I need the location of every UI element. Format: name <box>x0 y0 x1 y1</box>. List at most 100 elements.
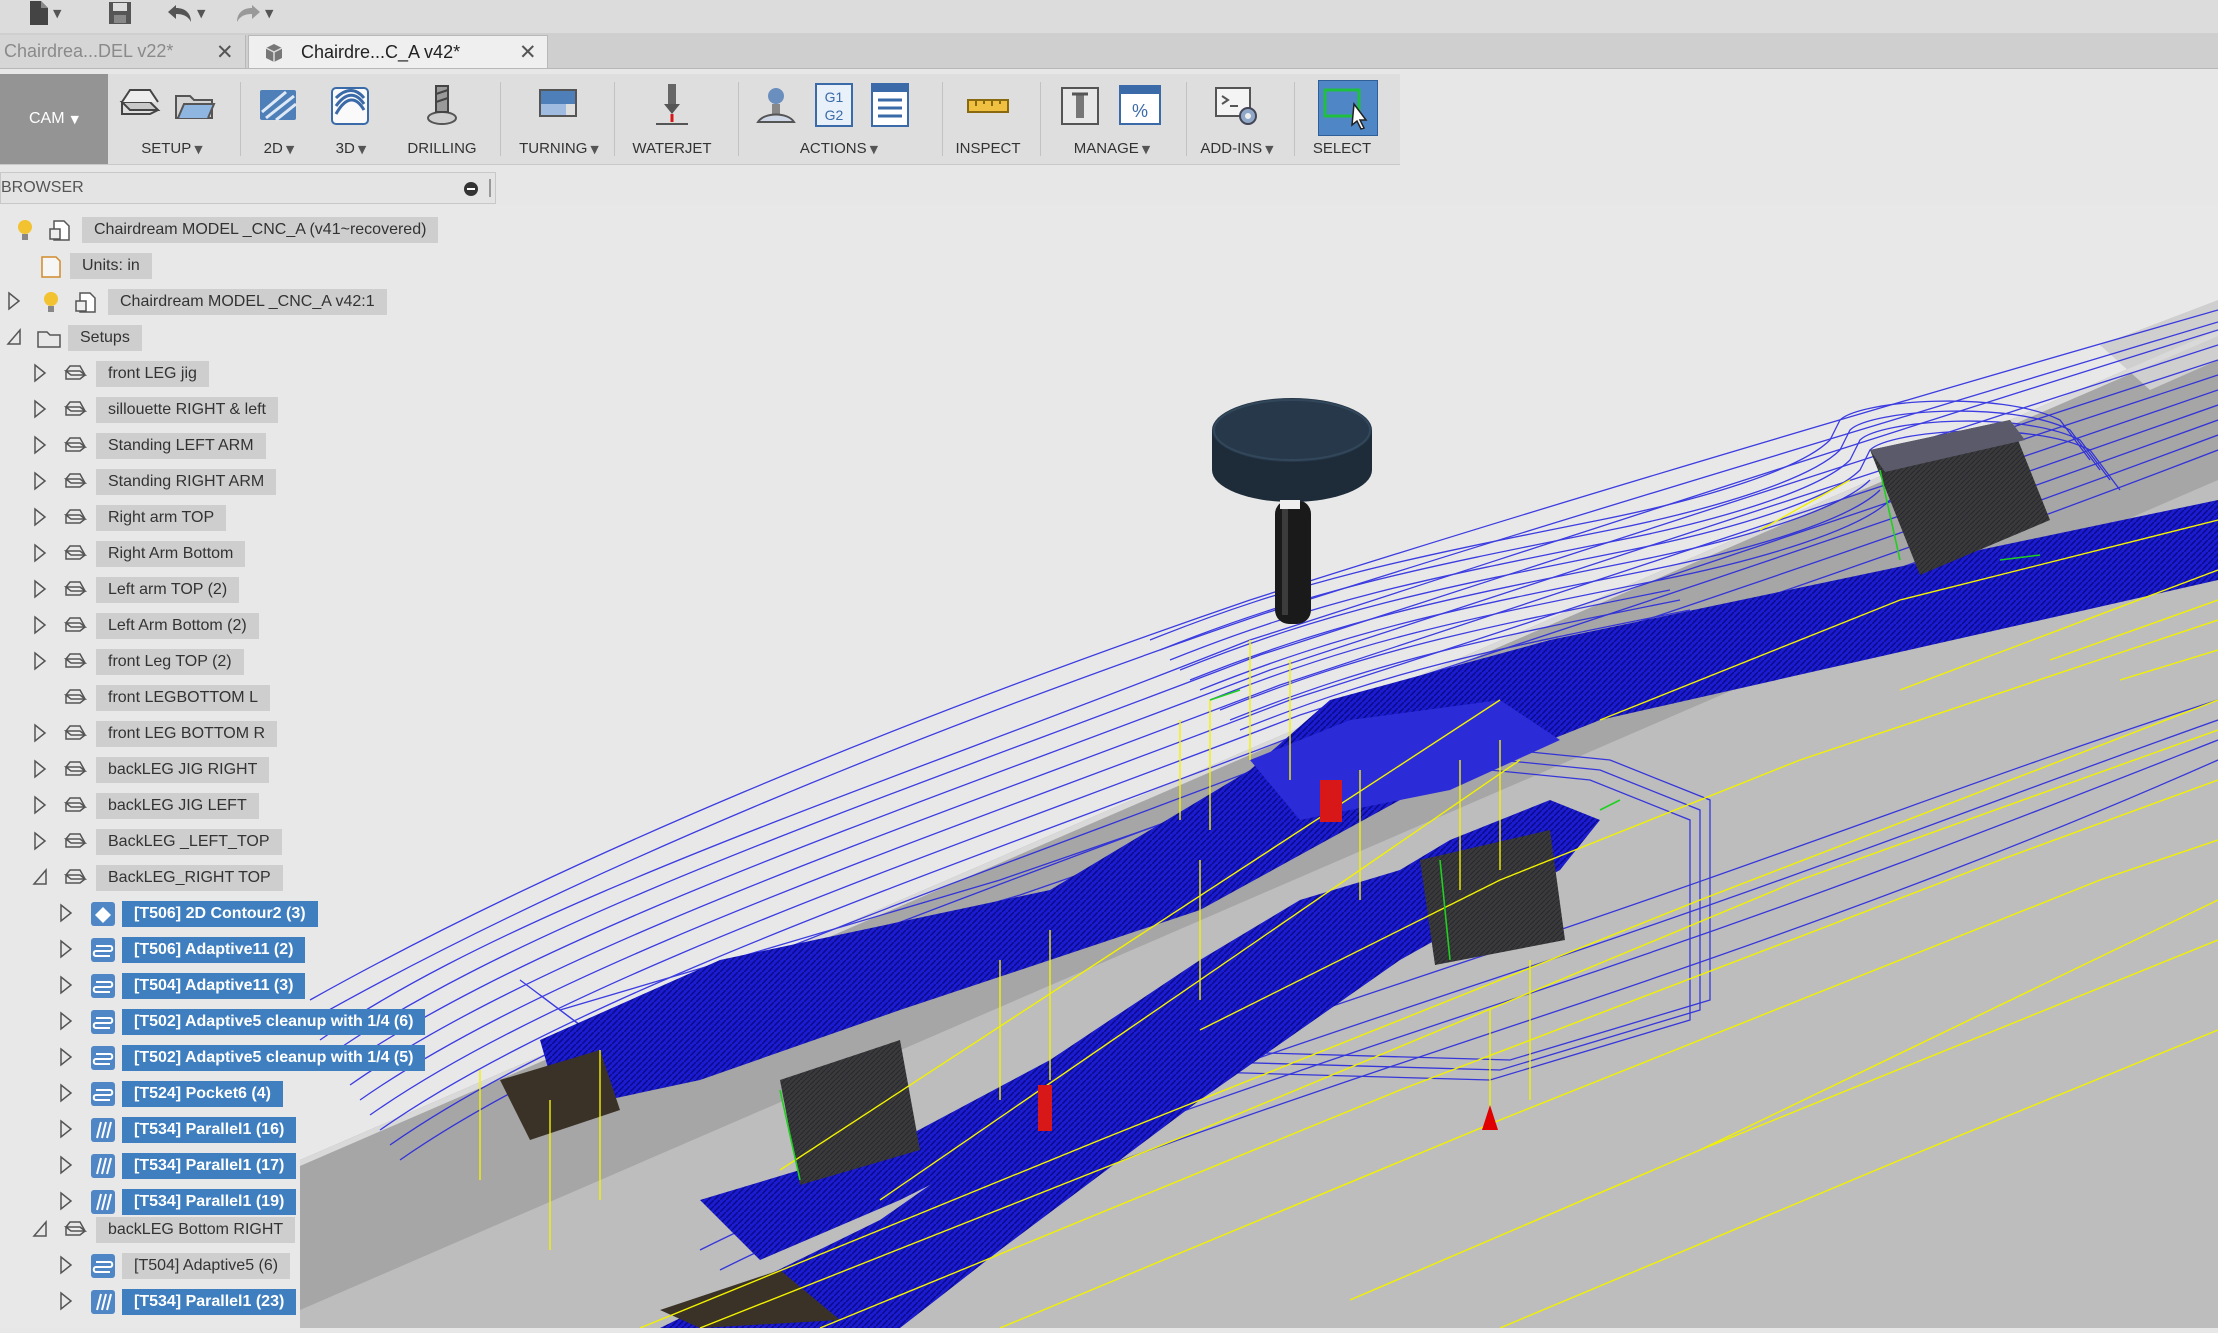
redo-icon <box>237 5 260 22</box>
setup-icon <box>64 437 88 452</box>
toolbar-separator <box>738 82 739 156</box>
expand-triangle-icon[interactable] <box>6 290 22 312</box>
drilling-label: DRILLING <box>407 140 477 157</box>
workspace-switcher[interactable]: CAM ▼ <box>0 74 108 164</box>
expand-triangle-icon[interactable] <box>32 542 48 564</box>
document-icon <box>49 220 70 241</box>
tree-node-label: [T506] 2D Contour2 (3) <box>122 901 318 927</box>
tree-node-label: BackLEG _LEFT_TOP <box>96 829 282 855</box>
model-icon <box>265 44 283 62</box>
tab-label: Chairdre...C_A v42* <box>301 41 461 62</box>
expand-triangle-icon[interactable] <box>32 506 48 528</box>
ribbon-toolbar: CAM ▼ SETUP ▼ 2D ▼ 3D ▼ DRILLING TURNING ▼ W… <box>0 74 1400 165</box>
expand-triangle-icon[interactable] <box>58 1118 74 1140</box>
toolbar-separator <box>942 82 943 156</box>
tab-chairdream-cnc-a[interactable]: Chairdre...C_A v42* ✕ <box>248 35 548 68</box>
collapse-triangle-icon[interactable] <box>32 866 48 888</box>
expand-triangle-icon[interactable] <box>58 1046 74 1068</box>
tree-node-label: [T534] Parallel1 (19) <box>122 1189 297 1215</box>
drilling-icon <box>427 85 457 125</box>
visibility-bulb-icon[interactable] <box>38 289 64 315</box>
tree-node-label: Setups <box>68 325 142 351</box>
waterjet-icon <box>656 84 688 125</box>
setup-group[interactable]: SETUP ▼ <box>112 74 232 164</box>
expand-triangle-icon[interactable] <box>32 758 48 780</box>
expand-triangle-icon[interactable] <box>58 902 74 924</box>
tree-node-label: [T534] Parallel1 (23) <box>122 1289 297 1315</box>
tree-node-label: front LEGBOTTOM L <box>96 685 270 711</box>
expand-triangle-icon[interactable] <box>58 974 74 996</box>
add-ins-group[interactable]: ADD-INS ▼ <box>1192 74 1282 164</box>
tree-node-label: [T534] Parallel1 (16) <box>122 1117 297 1143</box>
close-icon[interactable]: ✕ <box>519 40 537 64</box>
expand-triangle-icon[interactable] <box>32 434 48 456</box>
waterjet-group[interactable]: WATERJET <box>620 74 724 164</box>
expand-triangle-icon[interactable] <box>58 1010 74 1032</box>
expand-triangle-icon[interactable] <box>58 1290 74 1312</box>
2d-group[interactable]: 2D ▼ <box>246 74 312 164</box>
tab-chairdream-del[interactable]: Chairdrea...DEL v22* ✕ <box>0 35 246 68</box>
toolbar-separator <box>614 82 615 156</box>
setup-icon <box>64 365 88 380</box>
new-setup-icon <box>119 89 161 115</box>
undo-button[interactable]: ▼ <box>166 0 205 26</box>
expand-triangle-icon[interactable] <box>32 398 48 420</box>
add-ins-label: ADD-INS ▼ <box>1200 140 1274 157</box>
setup-icon <box>64 473 88 488</box>
3d-group[interactable]: 3D ▼ <box>318 74 384 164</box>
tree-node-label: front LEG jig <box>96 361 209 387</box>
setup-icon <box>64 833 88 848</box>
tree-node-label: front Leg TOP (2) <box>96 649 244 675</box>
toolbar-separator <box>1040 82 1041 156</box>
svg-text:G1: G1 <box>825 89 844 105</box>
2d-milling-icon <box>260 90 297 122</box>
tree-node-label: [T502] Adaptive5 cleanup with 1/4 (6) <box>122 1009 426 1035</box>
expand-triangle-icon[interactable] <box>32 794 48 816</box>
post-process-icon: G1G2 <box>815 83 853 127</box>
adaptive-toolpath-icon <box>91 1010 115 1034</box>
expand-triangle-icon[interactable] <box>32 614 48 636</box>
expand-triangle-icon[interactable] <box>58 1082 74 1104</box>
inspect-group[interactable]: INSPECT <box>948 74 1028 164</box>
collapse-triangle-icon[interactable] <box>6 326 22 348</box>
expand-triangle-icon[interactable] <box>32 578 48 600</box>
tree-node-label: sillouette RIGHT & left <box>96 397 278 423</box>
setup-icon <box>64 581 88 596</box>
turning-group[interactable]: TURNING ▼ <box>508 74 610 164</box>
parallel-toolpath-icon <box>91 1290 115 1314</box>
drilling-group[interactable]: DRILLING <box>394 74 490 164</box>
expand-triangle-icon[interactable] <box>32 830 48 852</box>
file-menu-button[interactable]: ▼ <box>28 0 61 26</box>
tree-node-label: [T534] Parallel1 (17) <box>122 1153 297 1179</box>
redo-button[interactable]: ▼ <box>234 0 273 26</box>
tree-node-label: [T502] Adaptive5 cleanup with 1/4 (5) <box>122 1045 426 1071</box>
collapse-triangle-icon[interactable] <box>32 1218 48 1240</box>
expand-triangle-icon[interactable] <box>32 362 48 384</box>
panel-resize-handle[interactable] <box>489 179 491 197</box>
manage-group[interactable]: % MANAGE ▼ <box>1046 74 1178 164</box>
actions-group[interactable]: G1 G2 ACTIONS ▼ <box>744 74 934 164</box>
tree-node-label: Left Arm Bottom (2) <box>96 613 259 639</box>
expand-triangle-icon[interactable] <box>58 1254 74 1276</box>
measure-icon <box>967 99 1009 113</box>
expand-triangle-icon[interactable] <box>32 722 48 744</box>
parallel-toolpath-icon <box>91 1118 115 1142</box>
toolbar-separator <box>240 82 241 156</box>
setup-icon <box>64 545 88 560</box>
expand-triangle-icon[interactable] <box>58 938 74 960</box>
expand-triangle-icon[interactable] <box>32 650 48 672</box>
tree-node-label: Left arm TOP (2) <box>96 577 240 603</box>
save-button[interactable] <box>108 0 132 26</box>
svg-text:%: % <box>1132 101 1148 121</box>
collapse-icon[interactable] <box>463 181 479 197</box>
expand-triangle-icon[interactable] <box>58 1154 74 1176</box>
select-label: SELECT <box>1312 140 1372 157</box>
expand-triangle-icon[interactable] <box>32 470 48 492</box>
visibility-bulb-icon[interactable] <box>12 217 38 243</box>
select-group[interactable]: SELECT <box>1300 74 1384 164</box>
expand-triangle-icon[interactable] <box>58 1190 74 1212</box>
close-icon[interactable]: ✕ <box>216 40 234 64</box>
browser-title: BROWSER <box>1 179 84 196</box>
toolbar-separator <box>1294 82 1295 156</box>
cutting-tool <box>1212 398 1372 624</box>
